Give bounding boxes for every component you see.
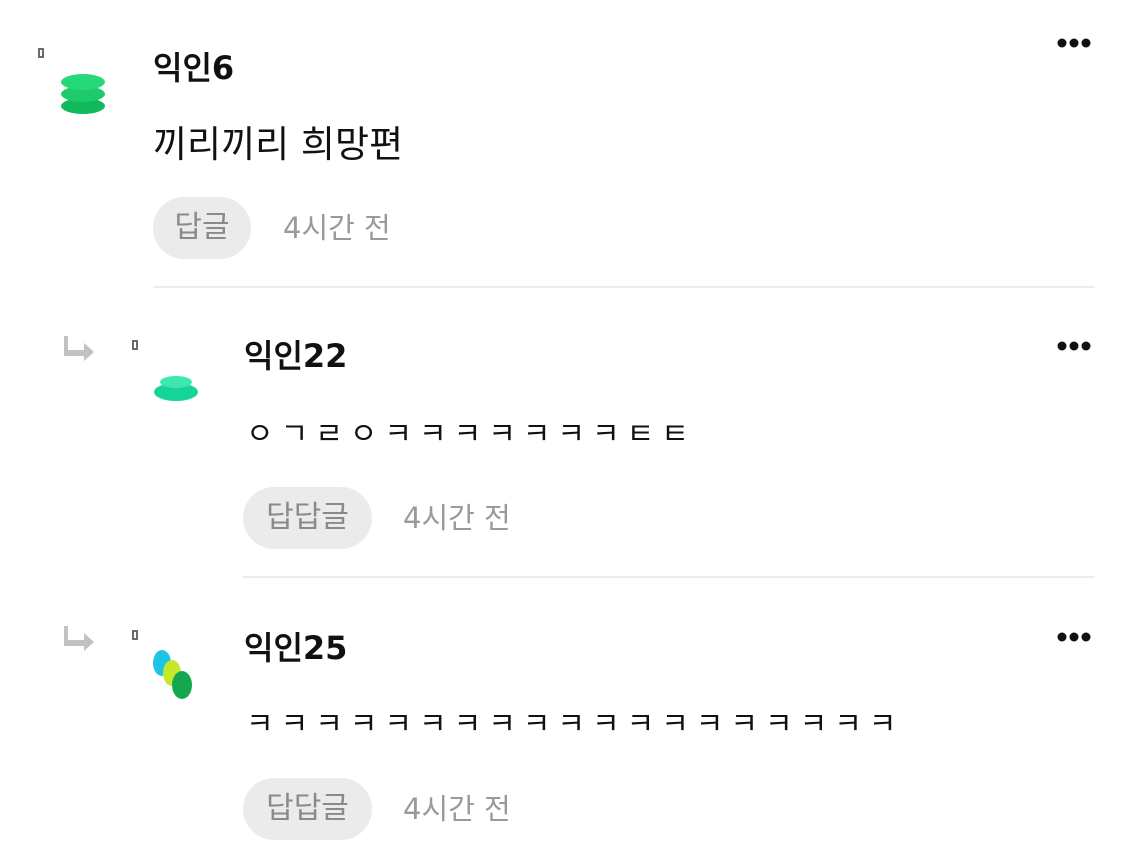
reply-button[interactable]: 답답글 <box>243 778 372 840</box>
comment-nickname[interactable]: 익인25 <box>244 628 347 668</box>
comment-timestamp: 4시간 전 <box>283 211 391 245</box>
comment-timestamp: 4시간 전 <box>403 792 511 826</box>
reply-arrow-icon <box>64 336 94 361</box>
reply-comment-item: 익인25 ㅋㅋㅋㅋㅋㅋㅋㅋㅋㅋㅋㅋㅋㅋㅋㅋㅋㅋㅋ 답답글 4시간 전 <box>0 580 1125 855</box>
comment-text: ㅇㄱㄹㅇㅋㅋㅋㅋㅋㅋㅋㅌㅌ <box>246 417 696 452</box>
reply-button[interactable]: 답답글 <box>243 487 372 549</box>
more-options-icon[interactable] <box>1057 632 1091 642</box>
bookmark-icon <box>38 48 44 58</box>
bookmark-icon <box>132 630 138 640</box>
comment-nickname[interactable]: 익인22 <box>244 336 347 376</box>
bookmark-icon <box>132 340 138 350</box>
reply-button[interactable]: 답글 <box>153 197 251 259</box>
comment-text: ㅋㅋㅋㅋㅋㅋㅋㅋㅋㅋㅋㅋㅋㅋㅋㅋㅋㅋㅋ <box>246 707 904 742</box>
comment-nickname[interactable]: 익인6 <box>153 48 234 88</box>
divider <box>243 576 1095 578</box>
comment-item: 익인6 끼리끼리 희망편 답글 4시간 전 <box>0 0 1125 290</box>
comment-text: 끼리끼리 희망편 <box>153 123 404 166</box>
comment-timestamp: 4시간 전 <box>403 501 511 535</box>
more-options-icon[interactable] <box>1057 38 1091 48</box>
reply-comment-item: 익인22 ㅇㄱㄹㅇㅋㅋㅋㅋㅋㅋㅋㅌㅌ 답답글 4시간 전 <box>0 290 1125 580</box>
more-options-icon[interactable] <box>1057 341 1091 351</box>
tricolor-dots-icon <box>153 650 192 699</box>
teal-disc-icon <box>154 376 198 401</box>
reply-arrow-icon <box>64 626 94 651</box>
divider <box>153 286 1095 288</box>
green-stack-icon <box>61 74 105 114</box>
